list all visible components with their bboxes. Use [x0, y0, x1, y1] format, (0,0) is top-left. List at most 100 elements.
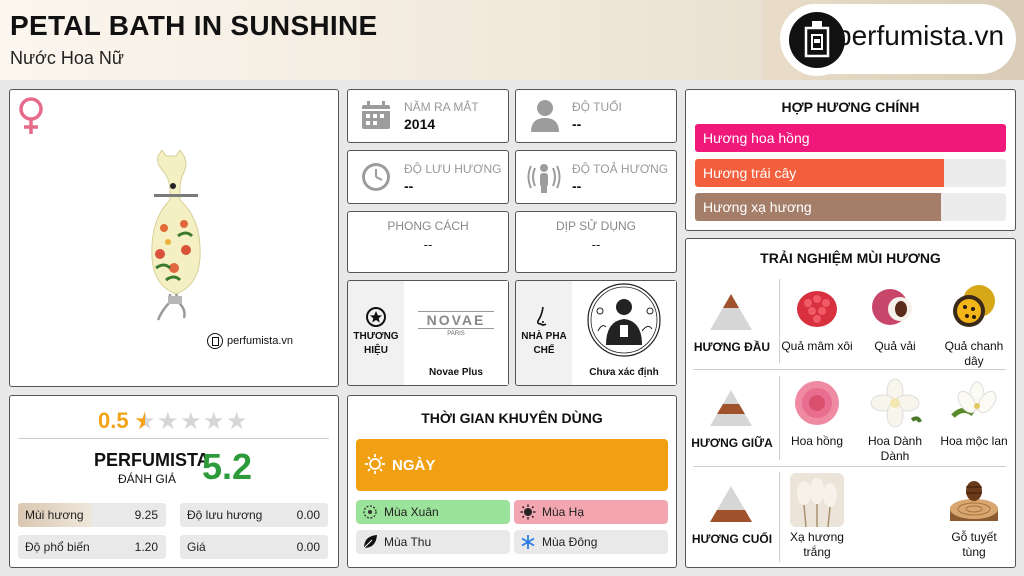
- accord-label: Hương xạ hương: [703, 199, 812, 215]
- clock-icon: [361, 162, 391, 197]
- season-winter[interactable]: Mùa Đông: [514, 530, 668, 554]
- star-badge-icon: [366, 307, 386, 332]
- lychee-image[interactable]: [868, 279, 922, 333]
- metric-value: 0.00: [296, 540, 320, 554]
- snowflake-icon: [521, 535, 535, 549]
- accord-label: Hương hoa hồng: [703, 130, 810, 146]
- notes-hdivider: [693, 466, 1006, 467]
- flower-icon: [363, 505, 377, 519]
- season-spring[interactable]: Mùa Xuân: [356, 500, 510, 524]
- leaf-icon: [363, 535, 377, 549]
- notes-vdivider: [779, 472, 780, 562]
- metric-label: Độ lưu hương: [187, 508, 263, 522]
- note-cedarwood: Gỗ tuyết tùng: [951, 530, 997, 559]
- rating-star-icon[interactable]: ★: [203, 407, 225, 436]
- rating-value: 0.5: [98, 408, 129, 433]
- sun-icon: [520, 504, 536, 520]
- style-value: --: [423, 237, 433, 252]
- page-subtitle: Nước Hoa Nữ: [10, 48, 124, 68]
- season-autumn[interactable]: Mùa Thu: [356, 530, 510, 554]
- accord-bar-rose: Hương hoa hồng: [695, 124, 1006, 152]
- tier-middle-label: HƯƠNG GIỮA: [691, 436, 773, 450]
- rose-image[interactable]: [790, 376, 844, 430]
- season-label: Mùa Thu: [384, 535, 432, 549]
- season-label: Mùa Hạ: [542, 505, 585, 519]
- longevity-label: ĐỘ LƯU HƯƠNG: [404, 162, 502, 176]
- accord-label: Hương trái cây: [703, 165, 797, 181]
- white-musk-image[interactable]: [790, 473, 844, 527]
- notes-hdivider: [693, 369, 1006, 370]
- pyramid-top-icon: [708, 292, 754, 337]
- aura-person-icon: [527, 160, 561, 199]
- metric-label: Giá: [187, 540, 206, 554]
- perfumista-label: PERFUMISTA: [94, 450, 210, 470]
- metric-value: 0.00: [296, 508, 320, 522]
- tier-top-label: HƯƠNG ĐẦU: [693, 340, 771, 354]
- metric-scent: Mùi hương 9.25: [18, 503, 166, 527]
- perfumer-label: NHÀ PHA CHẾ: [521, 331, 567, 356]
- brand-logo-sub: PARIS: [447, 331, 465, 337]
- rating-star-icon[interactable]: ★: [157, 407, 179, 436]
- metric-label: Độ phổ biến: [25, 540, 90, 554]
- brand-logo-text: NOVAE: [418, 311, 494, 329]
- note-passionfruit: Quả chanh dây: [944, 339, 1004, 368]
- note-lychee: Quả vải: [874, 339, 916, 353]
- style-label: PHONG CÁCH: [387, 219, 469, 233]
- cedarwood-image[interactable]: [947, 473, 1001, 527]
- perfumista-score: 5.2: [202, 446, 253, 487]
- brand-label: THƯƠNG HIỆU: [353, 331, 399, 356]
- season-label: Mùa Đông: [542, 535, 598, 549]
- raspberry-image[interactable]: [790, 279, 844, 333]
- perfumer-portrait[interactable]: [572, 281, 676, 361]
- metric-longevity: Độ lưu hương 0.00: [180, 503, 328, 527]
- perfume-bottle-small-icon: [207, 333, 223, 349]
- accord-bar-musk: Hương xạ hương: [695, 193, 1006, 221]
- accords-title: HỢP HƯƠNG CHÍNH: [781, 99, 920, 115]
- person-icon: [529, 98, 561, 137]
- note-magnolia: Hoa mộc lan: [940, 434, 1008, 448]
- note-gardenia: Hoa Dành Dành: [867, 434, 923, 463]
- notes-title: TRẢI NGHIỆM MÙI HƯƠNG: [760, 250, 941, 266]
- notes-vdivider: [779, 376, 780, 460]
- notes-vdivider: [779, 279, 780, 363]
- sun-outline-icon: [364, 453, 386, 480]
- watermark-text: perfumista.vn: [227, 335, 294, 347]
- pyramid-middle-icon: [708, 388, 754, 433]
- brand-name[interactable]: Novae Plus: [404, 367, 508, 378]
- season-summer[interactable]: Mùa Hạ: [514, 500, 668, 524]
- passionfruit-image[interactable]: [947, 279, 1001, 333]
- day-label: NGÀY: [392, 457, 436, 474]
- perfumer-silhouette-icon: [587, 283, 661, 357]
- rating-star-icon[interactable]: ★: [226, 407, 248, 436]
- logo-text: perfumista.vn: [836, 20, 1005, 51]
- gardenia-image[interactable]: [868, 376, 922, 430]
- year-value: 2014: [404, 116, 436, 132]
- metric-value: 9.25: [134, 508, 158, 522]
- metric-value: 1.20: [134, 540, 158, 554]
- magnolia-image[interactable]: [947, 376, 1001, 430]
- product-watermark: perfumista.vn: [207, 333, 293, 349]
- product-bottle-image: [140, 149, 210, 335]
- age-value: --: [572, 116, 582, 132]
- brand-logo[interactable]: NOVAE PARIS: [404, 281, 508, 361]
- note-raspberry: Quả mâm xôi: [781, 339, 853, 353]
- sillage-value: --: [572, 178, 582, 194]
- tier-base-label: HƯƠNG CUỐI: [691, 532, 773, 546]
- occasion-value: --: [591, 237, 601, 252]
- note-white-musk: Xạ hương trắng: [790, 530, 844, 559]
- note-rose: Hoa hồng: [790, 434, 844, 448]
- rating-star-icon[interactable]: ★: [180, 407, 202, 436]
- rating-star-icon[interactable]: ★: [134, 407, 156, 436]
- occasion-label: DỊP SỬ DỤNG: [555, 219, 637, 233]
- rating-divider: [18, 438, 329, 439]
- calendar-icon: [361, 100, 391, 135]
- perfumer-name[interactable]: Chưa xác định: [572, 367, 676, 378]
- sillage-label: ĐỘ TOẢ HƯƠNG: [572, 162, 669, 176]
- season-label: Mùa Xuân: [384, 505, 439, 519]
- page-title: PETAL BATH IN SUNSHINE: [10, 10, 378, 41]
- accord-bar-fruity: Hương trái cây: [695, 159, 1006, 187]
- time-title: THỜI GIAN KHUYÊN DÙNG: [421, 410, 603, 426]
- metric-label: Mùi hương: [25, 508, 84, 522]
- metric-price: Giá 0.00: [180, 535, 328, 559]
- age-label: ĐỘ TUỔI: [572, 100, 622, 114]
